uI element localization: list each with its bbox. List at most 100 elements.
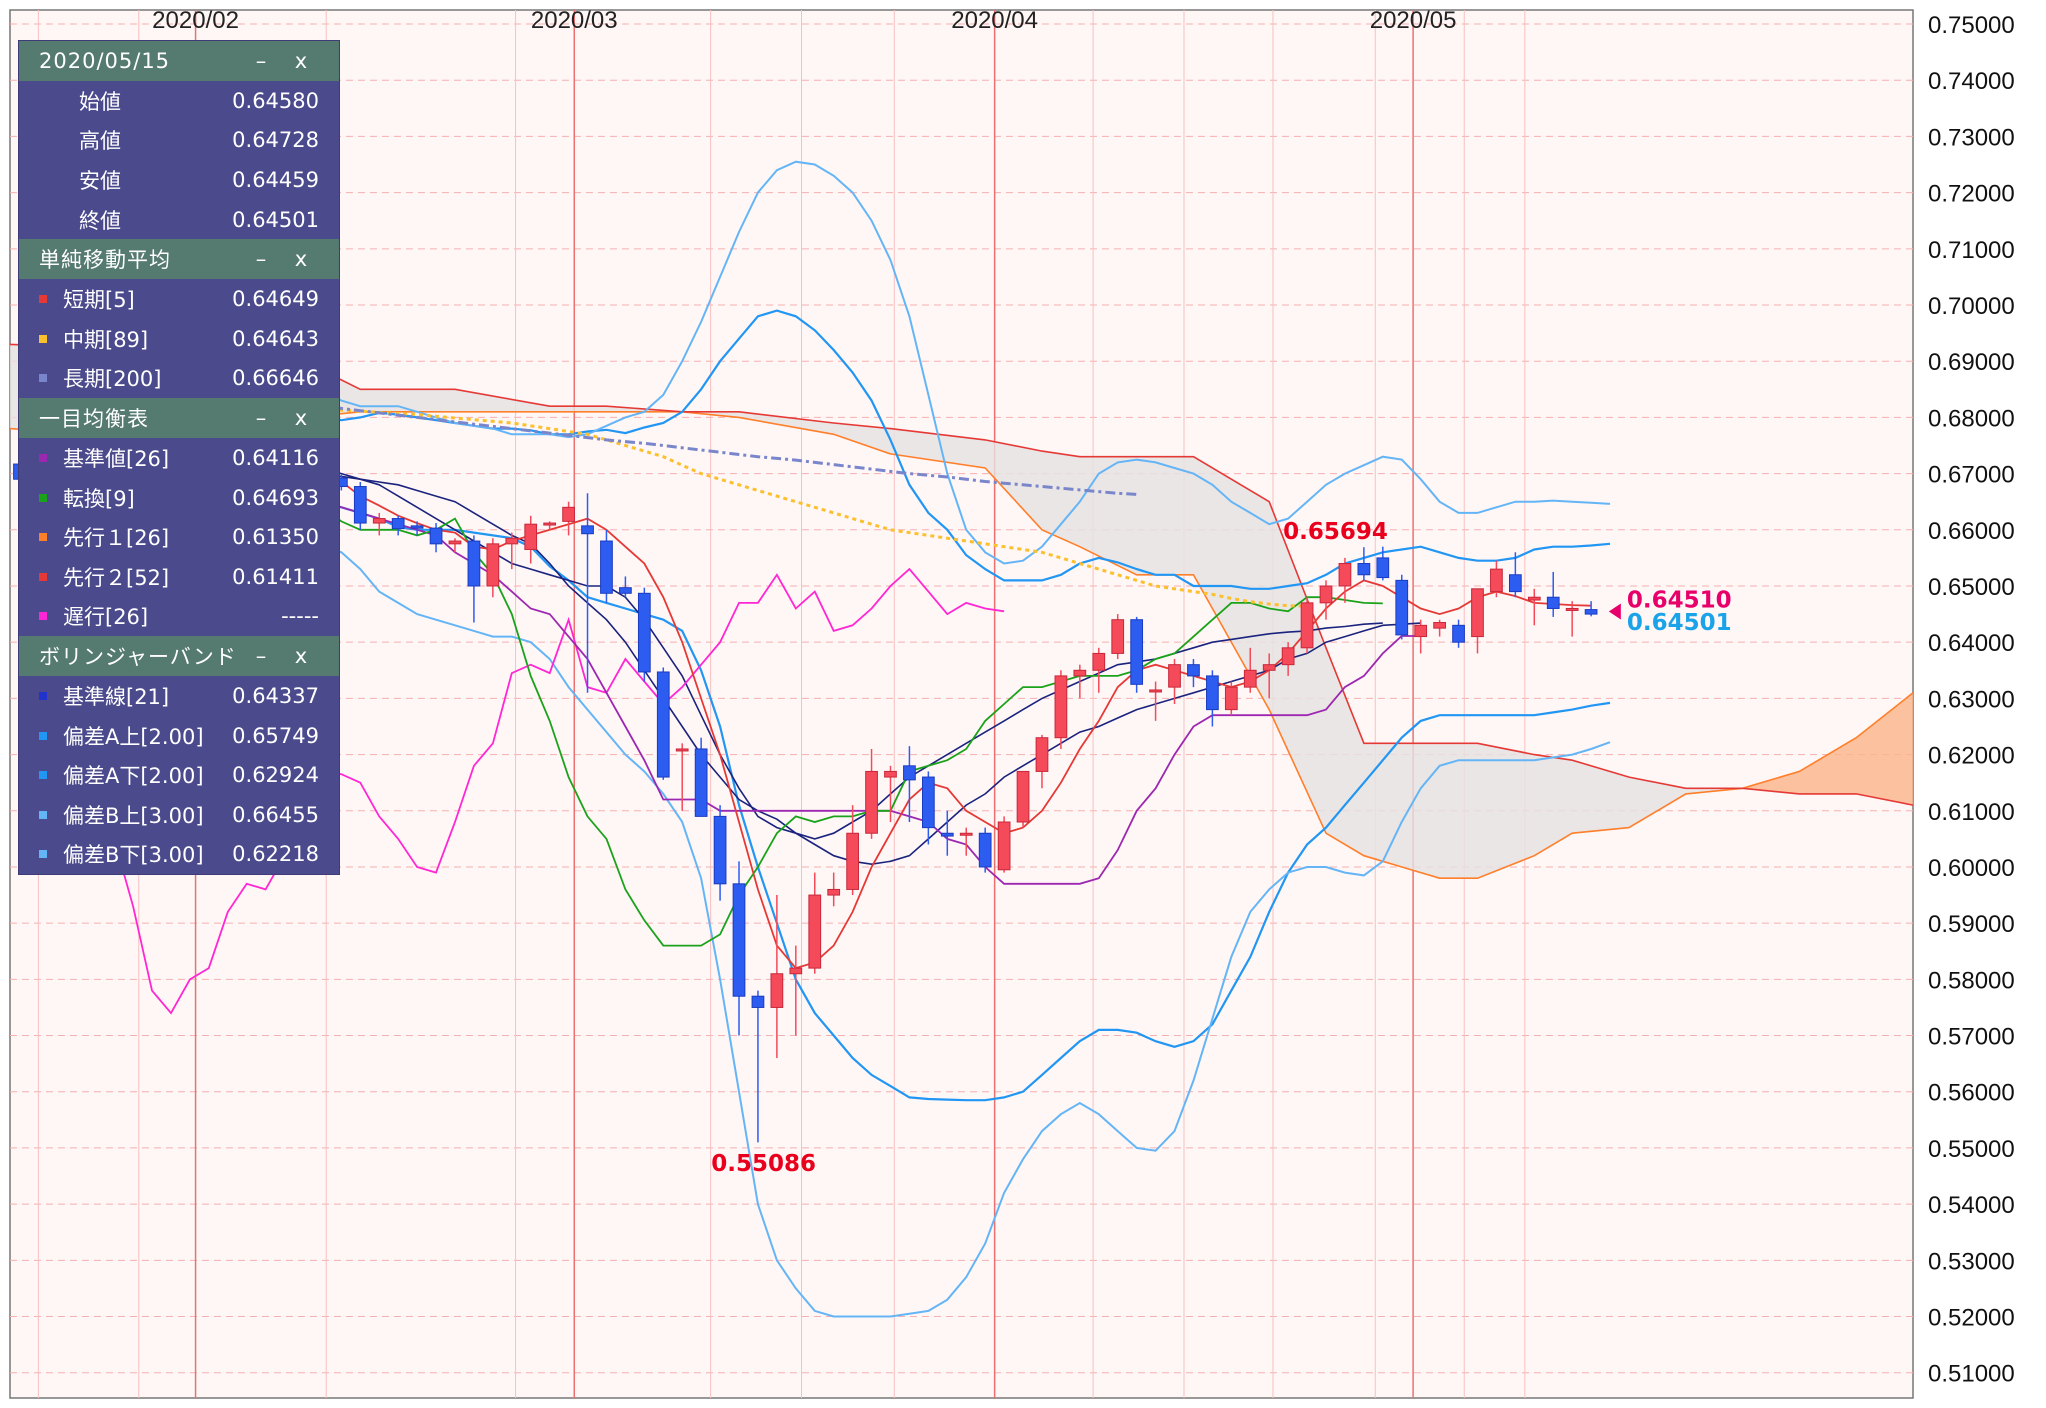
close-row: 終値 0.64501: [19, 200, 339, 240]
high-row: 高値 0.64728: [19, 121, 339, 161]
y-tick-label: 0.53000: [1928, 1248, 2015, 1275]
tenkan-row: 転換[9] 0.64693: [19, 478, 339, 518]
bollinger-title: ボリンジャーバンド: [39, 645, 237, 670]
bb-a-upper-value: 0.65749: [232, 723, 319, 748]
candle-body: [448, 540, 462, 545]
sma-title: 単純移動平均: [39, 248, 171, 273]
low-value: 0.64459: [232, 167, 319, 192]
ichimoku-title: 一目均衡表: [39, 407, 149, 432]
y-tick-label: 0.67000: [1928, 462, 2015, 489]
bb-b-upper-value: 0.66455: [232, 802, 319, 827]
low-label: 安値: [79, 168, 121, 193]
candle-body: [1546, 596, 1560, 609]
bb-a-upper-label: 偏差A上[2.00]: [63, 724, 204, 749]
candle-body: [694, 748, 708, 817]
candle-body: [1224, 686, 1238, 711]
close-sma-button[interactable]: x: [281, 247, 321, 271]
candle-body: [1357, 563, 1371, 576]
candle-body: [1073, 669, 1087, 677]
minimize-bollinger-button[interactable]: –: [241, 644, 281, 668]
sma-long-label: 長期[200]: [63, 367, 162, 392]
candle-body: [637, 592, 651, 673]
bb-a-lower-swatch: [39, 771, 47, 780]
bb-b-upper-row: 偏差B上[3.00] 0.66455: [19, 795, 339, 835]
candle-body: [486, 543, 500, 587]
minimize-sma-button[interactable]: –: [241, 247, 281, 271]
ichimoku-header: 一目均衡表 – x: [19, 398, 339, 439]
bb-b-upper-swatch: [39, 810, 47, 819]
chikou-label: 遅行[26]: [63, 605, 149, 630]
y-tick-label: 0.52000: [1928, 1305, 2015, 1332]
sma-short-value: 0.64649: [232, 287, 319, 312]
candle-body: [940, 832, 954, 837]
kijun-label: 基準値[26]: [63, 446, 170, 471]
tenkan-value: 0.64693: [232, 485, 319, 510]
kijun-value: 0.64116: [232, 445, 319, 470]
sma-short-swatch: [39, 295, 47, 304]
bb-b-lower-swatch: [39, 850, 47, 859]
candle-body: [713, 815, 727, 885]
candle-body: [921, 776, 935, 829]
close-label: 終値: [79, 208, 121, 233]
candle-body: [600, 540, 613, 594]
candle-body: [467, 540, 481, 587]
sma-header: 単純移動平均 – x: [19, 239, 339, 280]
high-value: 0.64728: [232, 128, 319, 153]
minimize-ohlc-button[interactable]: –: [241, 49, 281, 73]
close-ohlc-button[interactable]: x: [281, 49, 321, 73]
y-tick-label: 0.63000: [1928, 686, 2015, 713]
candle-body: [1565, 607, 1579, 611]
bb-mid-label: 基準線[21]: [63, 684, 170, 709]
candle-body: [1490, 568, 1503, 593]
y-tick-label: 0.62000: [1928, 743, 2015, 770]
close-bollinger-button[interactable]: x: [281, 644, 321, 668]
bb-a-upper-swatch: [39, 731, 47, 740]
sma-mid-label: 中期[89]: [63, 327, 149, 352]
candle-body: [1092, 652, 1106, 671]
candle-body: [1376, 557, 1390, 579]
candle-body: [1035, 737, 1049, 772]
senkou-b-value: 0.61411: [232, 564, 319, 589]
candle-body: [1433, 622, 1446, 629]
candle-body: [751, 995, 765, 1008]
sma-short-row: 短期[5] 0.64649: [19, 279, 339, 319]
y-tick-label: 0.60000: [1928, 855, 2015, 882]
candle-body: [1130, 619, 1144, 685]
candle-body: [1471, 588, 1484, 638]
candle-body: [1508, 574, 1522, 593]
y-tick-label: 0.71000: [1928, 237, 2015, 264]
y-tick-label: 0.74000: [1928, 68, 2015, 95]
candle-body: [543, 522, 557, 526]
price-marker-label: 0.64501: [1627, 610, 1732, 636]
month-label: 2020/03: [531, 7, 618, 34]
candle-body: [1149, 689, 1162, 693]
senkou-a-row: 先行１[26] 0.61350: [19, 517, 339, 557]
sma-mid-value: 0.64643: [232, 326, 319, 351]
candle-body: [1452, 624, 1465, 643]
bb-b-lower-row: 偏差B下[3.00] 0.62218: [19, 835, 339, 875]
chikou-swatch: [39, 612, 47, 621]
y-tick-label: 0.61000: [1928, 799, 2015, 826]
extreme-price-label: 0.55086: [711, 1151, 816, 1177]
candle-body: [1584, 609, 1598, 615]
y-tick-label: 0.72000: [1928, 181, 2015, 208]
bb-mid-swatch: [39, 691, 47, 700]
candle-body: [1016, 770, 1030, 823]
candle-body: [675, 748, 689, 752]
tenkan-label: 転換[9]: [63, 486, 135, 511]
candle-body: [770, 973, 784, 1008]
ohlc-date-title: 2020/05/15: [39, 49, 171, 73]
y-tick-label: 0.75000: [1928, 12, 2015, 39]
bb-a-lower-label: 偏差A下[2.00]: [63, 764, 204, 789]
open-value: 0.64580: [232, 88, 319, 113]
minimize-ichimoku-button[interactable]: –: [241, 406, 281, 430]
open-label: 始値: [79, 89, 121, 114]
bb-a-upper-row: 偏差A上[2.00] 0.65749: [19, 716, 339, 756]
candle-body: [978, 832, 992, 868]
close-ichimoku-button[interactable]: x: [281, 406, 321, 430]
bb-a-lower-value: 0.62924: [232, 763, 319, 788]
y-tick-label: 0.59000: [1928, 911, 2015, 938]
bb-a-lower-row: 偏差A下[2.00] 0.62924: [19, 755, 339, 795]
senkou-b-swatch: [39, 572, 47, 581]
y-tick-label: 0.51000: [1928, 1361, 2015, 1388]
